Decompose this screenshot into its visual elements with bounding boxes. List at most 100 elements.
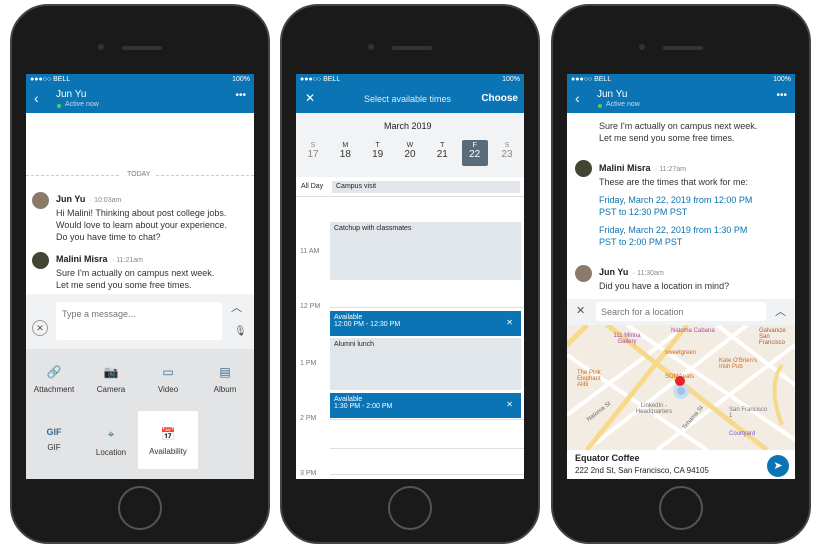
label: Location [95, 448, 127, 457]
avatar [32, 192, 49, 209]
calendar-icon: 📅 [160, 427, 176, 441]
day[interactable]: M 18 [332, 140, 358, 166]
choose-button[interactable]: Choose [481, 93, 518, 104]
place-card[interactable]: Equator Coffee 222 2nd St, San Francisco… [567, 450, 795, 479]
more-icon[interactable]: ••• [776, 90, 787, 101]
event-catchup[interactable]: Catchup with classmates [330, 222, 521, 280]
timestamp: 11:30am [637, 270, 664, 277]
available-slot[interactable]: Available 1:30 PM - 2:00 PM ✕ [330, 393, 521, 418]
contact-name: Jun Yu [56, 89, 87, 100]
location-search-bar: ✕ ︿ [567, 299, 795, 325]
location-button[interactable]: ⌖ Location [83, 411, 139, 469]
day-number: 20 [404, 149, 416, 160]
speaker [122, 46, 162, 50]
place-name: Equator Coffee [575, 453, 640, 463]
back-icon[interactable]: ‹ [575, 90, 580, 106]
close-icon[interactable]: ✕ [32, 320, 48, 336]
time-link[interactable]: Friday, March 22, 2019 from 12:00 PM [599, 194, 752, 206]
day-number: 22 [469, 149, 481, 160]
day[interactable]: T 21 [429, 140, 455, 166]
speaker [663, 46, 703, 50]
day[interactable]: T 19 [365, 140, 391, 166]
microphone-icon[interactable]: 🎙 [234, 326, 247, 337]
hour-label: 11 AM [300, 248, 320, 255]
screen: ●●●○○ BELL 100% ‹ Jun Yu Active now ••• T… [26, 74, 254, 479]
sender: Jun Yu [599, 267, 629, 277]
close-icon[interactable]: ✕ [576, 304, 585, 317]
day-letter: S [310, 142, 316, 149]
event-title: Available [334, 314, 363, 321]
compose-area: ✕ ︿ 🎙 [26, 294, 254, 349]
message-input[interactable] [56, 302, 222, 340]
send-button[interactable]: ➤ [767, 455, 789, 477]
availability-button[interactable]: 📅 Availability [138, 411, 198, 469]
status-bar: ●●●○○ BELL 100% [567, 74, 795, 86]
time-link[interactable]: PST to 2:00 PM PST [599, 236, 752, 248]
map[interactable]: Natoma Cabana 111 Minna Gallery sweetgre… [567, 325, 795, 450]
day-number: 23 [501, 149, 513, 160]
chevron-up-icon[interactable]: ︿ [775, 303, 786, 319]
day-letter: F [472, 142, 477, 149]
screen: Sure I'm actually on campus next week. L… [567, 74, 795, 479]
time-link[interactable]: Friday, March 22, 2019 from 1:30 PM [599, 224, 752, 236]
gif-button[interactable]: GIF GIF [26, 411, 82, 469]
map-label: sweetgreen [665, 350, 697, 356]
sender: Malini Misra [599, 163, 651, 173]
battery: 100% [502, 76, 520, 83]
message: Jun Yu · 10:03am Hi Malini! Thinking abo… [56, 194, 227, 242]
chat-header: ‹ Jun Yu Active now ••• [567, 86, 795, 113]
camera-button[interactable]: 📷 Camera [83, 349, 139, 407]
timestamp: 11:21am [116, 257, 143, 264]
close-icon[interactable]: ✕ [305, 91, 315, 105]
home-button [388, 486, 432, 530]
days-row: S 17 M 18 T 19 W 20 T 21 F 22 S 23 [300, 140, 520, 166]
attachment-tray: 🔗 Attachment 📷 Camera ▭ Video ▤ Album GIF GIF… [26, 349, 254, 479]
time-link[interactable]: PST to 12:30 PM PST [599, 206, 752, 218]
avatar [32, 252, 49, 269]
event-title: Alumni lunch [334, 341, 375, 348]
remove-icon[interactable]: ✕ [506, 318, 513, 327]
day-letter: W [406, 142, 414, 149]
available-slot[interactable]: Available 12:00 PM - 12:30 PM ✕ [330, 311, 521, 336]
back-icon[interactable]: ‹ [34, 90, 39, 106]
text: These are the times that work for me: [599, 177, 749, 187]
attachment-button[interactable]: 🔗 Attachment [26, 349, 82, 407]
timestamp: 11:27am [659, 166, 686, 173]
day[interactable]: W 20 [397, 140, 423, 166]
all-day-label: All Day [301, 183, 324, 190]
message: Malini Misra · 11:21am Sure I'm actually… [56, 254, 215, 290]
label: GIF [47, 443, 61, 452]
album-button[interactable]: ▤ Album [197, 349, 253, 407]
map-label: Courtyard [729, 431, 756, 437]
video-button[interactable]: ▭ Video [140, 349, 196, 407]
location-search-input[interactable] [596, 302, 766, 321]
gridline [296, 196, 524, 197]
sender: Jun Yu [56, 194, 86, 204]
event-alumni-lunch[interactable]: Alumni lunch [330, 338, 521, 390]
month-label: March 2019 [384, 121, 432, 131]
speaker [392, 46, 432, 50]
location-pin-icon: ⌖ [107, 427, 115, 441]
day-letter: T [375, 142, 380, 149]
remove-icon[interactable]: ✕ [506, 400, 513, 409]
day[interactable]: S 17 [300, 140, 326, 166]
all-day-event[interactable]: Campus visit [332, 181, 520, 193]
day-selected[interactable]: F 22 [461, 140, 488, 166]
hour-label: 3 PM [300, 470, 317, 477]
chevron-up-icon[interactable]: ︿ [231, 299, 242, 315]
calendar-header: ✕ Select available times Choose [296, 86, 524, 113]
text: Let me send you some free times. [56, 280, 192, 290]
phone-location: Sure I'm actually on campus next week. L… [551, 4, 811, 544]
map-label: The Pink Elephant Alibi [577, 370, 601, 388]
paperclip-icon: 🔗 [46, 365, 62, 379]
carrier: ●●●○○ BELL [300, 76, 341, 83]
title: Select available times [364, 94, 452, 104]
video-icon: ▭ [162, 365, 174, 379]
event-title: Catchup with classmates [334, 225, 412, 232]
timestamp: 10:03am [94, 197, 122, 204]
message: Jun Yu · 11:30am Did you have a location… [599, 267, 730, 291]
more-icon[interactable]: ••• [235, 90, 246, 101]
day[interactable]: S 23 [494, 140, 520, 166]
gridline [330, 307, 524, 308]
label: Availability [149, 447, 187, 456]
